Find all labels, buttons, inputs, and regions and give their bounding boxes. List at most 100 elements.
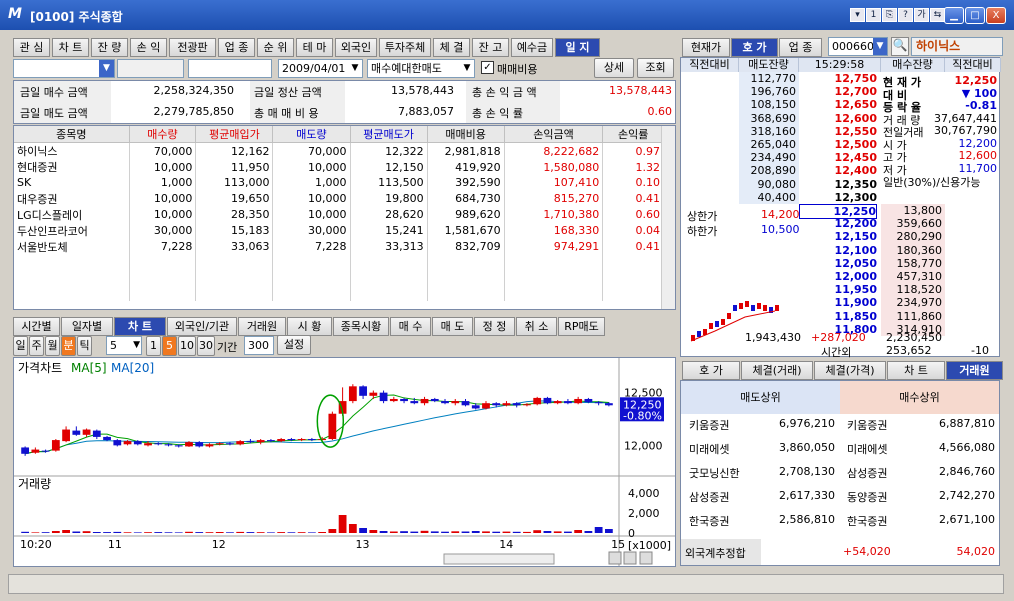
holdings-header[interactable]: 매수량 bbox=[129, 126, 197, 143]
ask-price[interactable]: 12,750 bbox=[799, 72, 877, 85]
table-row[interactable]: 대우증권 10,000 19,650 10,000 19,800 684,730 815,2… bbox=[14, 190, 664, 207]
holdings-header[interactable]: 손익률 bbox=[602, 126, 664, 143]
maximize-button[interactable]: □ bbox=[965, 7, 985, 24]
sell-broker-name[interactable]: 키움증권 bbox=[689, 417, 729, 433]
table-row[interactable]: 현대증권 10,000 11,950 10,000 12,150 419,920 1,580… bbox=[14, 159, 664, 175]
tab-top-10[interactable]: 체 결 bbox=[433, 38, 470, 57]
ask-price[interactable]: 12,700 bbox=[799, 85, 877, 98]
tab-top-9[interactable]: 투자주체 bbox=[379, 38, 431, 57]
tab-broker-4[interactable]: 거래원 bbox=[946, 361, 1003, 380]
settings-button[interactable]: 설정 bbox=[277, 335, 311, 355]
stock-code-input[interactable]: 000660 ▼ bbox=[828, 37, 888, 56]
period-button-0[interactable]: 일 bbox=[13, 336, 28, 356]
tab-bottom-4[interactable]: 거래원 bbox=[238, 317, 286, 336]
tab-bottom-8[interactable]: 매 도 bbox=[432, 317, 473, 336]
bid-price[interactable]: 12,050 bbox=[799, 257, 877, 270]
candlestick-chart[interactable]: 가격차트 MA[5] MA[20]거래량12,50012,0004,0002,000… bbox=[14, 358, 675, 566]
password-field[interactable] bbox=[188, 59, 272, 78]
tab-bottom-11[interactable]: RP매도 bbox=[558, 317, 605, 336]
tab-orderbook-0[interactable]: 현재가 bbox=[682, 38, 730, 57]
ask-price[interactable]: 12,550 bbox=[799, 125, 877, 138]
table-row[interactable]: LG디스플레이 10,000 28,350 10,000 28,620 989,620 1,… bbox=[14, 206, 664, 223]
ask-price[interactable]: 12,300 bbox=[799, 191, 877, 204]
holdings-header[interactable]: 매도량 bbox=[272, 126, 351, 143]
tab-top-11[interactable]: 잔 고 bbox=[472, 38, 509, 57]
tab-orderbook-2[interactable]: 업 종 bbox=[779, 38, 822, 57]
sell-broker-name[interactable]: 미래에셋 bbox=[689, 441, 729, 457]
tab-broker-0[interactable]: 호 가 bbox=[682, 361, 740, 380]
bid-price[interactable]: 11,850 bbox=[799, 310, 877, 323]
table-row[interactable]: 하이닉스 70,000 12,162 70,000 12,322 2,981,818 8,2… bbox=[14, 142, 664, 159]
close-button[interactable]: X bbox=[986, 7, 1006, 24]
buy-broker-name[interactable]: 미래에셋 bbox=[847, 441, 887, 457]
tab-bottom-10[interactable]: 취 소 bbox=[516, 317, 557, 336]
one-icon[interactable]: 1 bbox=[866, 8, 881, 22]
bid-price[interactable]: 12,000 bbox=[799, 270, 877, 283]
unit-button-1[interactable]: 5 bbox=[162, 336, 177, 356]
tab-top-6[interactable]: 순 위 bbox=[257, 38, 294, 57]
zoom-out-icon[interactable] bbox=[608, 551, 622, 565]
tab-top-2[interactable]: 잔 량 bbox=[91, 38, 128, 57]
holdings-header[interactable]: 종목명 bbox=[14, 126, 130, 143]
unit-button-3[interactable]: 30 bbox=[197, 336, 215, 356]
tab-bottom-5[interactable]: 시 황 bbox=[287, 317, 332, 336]
ask-price[interactable]: 12,650 bbox=[799, 98, 877, 111]
tab-top-12[interactable]: 예수금 bbox=[511, 38, 553, 57]
tab-top-3[interactable]: 손 익 bbox=[130, 38, 167, 57]
ask-price[interactable]: 12,450 bbox=[799, 151, 877, 164]
holdings-header[interactable]: 손익금액 bbox=[504, 126, 604, 143]
buy-broker-name[interactable]: 삼성증권 bbox=[847, 465, 887, 481]
bid-price[interactable]: 11,950 bbox=[799, 283, 877, 296]
sell-broker-name[interactable]: 한국증권 bbox=[689, 513, 729, 529]
table-row[interactable]: SK 1,000 113,000 1,000 113,500 392,590 107,410… bbox=[14, 175, 664, 191]
holdings-header[interactable]: 매매비용 bbox=[427, 126, 505, 143]
tab-top-7[interactable]: 테 마 bbox=[296, 38, 333, 57]
bid-price[interactable]: 12,150 bbox=[799, 230, 877, 243]
bid-price[interactable]: 11,900 bbox=[799, 296, 877, 309]
help-icon[interactable]: ? bbox=[898, 8, 913, 22]
tab-bottom-6[interactable]: 종목시황 bbox=[333, 317, 389, 336]
link-icon[interactable]: ⇆ bbox=[930, 8, 945, 22]
range-input[interactable]: 300 bbox=[244, 336, 274, 355]
query-button[interactable]: 조회 bbox=[637, 58, 674, 78]
date-field[interactable]: 2009/04/01 ▼ bbox=[278, 59, 363, 78]
tab-top-1[interactable]: 차 트 bbox=[52, 38, 89, 57]
sell-broker-name[interactable]: 삼성증권 bbox=[689, 489, 729, 505]
ask-price[interactable]: 12,600 bbox=[799, 112, 877, 125]
zoom-in-icon[interactable] bbox=[623, 551, 637, 565]
tab-bottom-7[interactable]: 매 수 bbox=[390, 317, 431, 336]
tab-bottom-1[interactable]: 일자별 bbox=[61, 317, 113, 336]
ask-price[interactable]: 12,350 bbox=[799, 178, 877, 191]
bid-price[interactable]: 12,200 bbox=[799, 217, 877, 230]
tab-top-8[interactable]: 외국인 bbox=[335, 38, 377, 57]
tab-bottom-3[interactable]: 외국인/기관 bbox=[167, 317, 237, 336]
table-row[interactable]: 서울반도체 7,228 33,063 7,228 33,313 832,709 974,29… bbox=[14, 238, 664, 255]
tab-orderbook-1[interactable]: 호 가 bbox=[731, 38, 778, 57]
tab-broker-1[interactable]: 체결(거래) bbox=[741, 361, 813, 380]
tab-top-0[interactable]: 관 심 bbox=[13, 38, 50, 57]
tab-top-13[interactable]: 일 지 bbox=[555, 38, 600, 57]
tab-bottom-2[interactable]: 차 트 bbox=[114, 317, 166, 336]
unit-button-2[interactable]: 10 bbox=[178, 336, 196, 356]
period-button-2[interactable]: 월 bbox=[45, 336, 60, 356]
period-button-4[interactable]: 틱 bbox=[77, 336, 92, 356]
period-button-1[interactable]: 주 bbox=[29, 336, 44, 356]
tab-top-5[interactable]: 업 종 bbox=[218, 38, 255, 57]
ask-price[interactable]: 12,400 bbox=[799, 164, 877, 177]
minimize-button[interactable]: ▁ bbox=[944, 7, 964, 24]
sell-broker-name[interactable]: 굿모닝신한 bbox=[689, 465, 740, 481]
fee-checkbox[interactable]: ✓ bbox=[481, 61, 494, 74]
holdings-header[interactable]: 평균매도가 bbox=[350, 126, 428, 143]
holdings-scrollbar[interactable] bbox=[661, 126, 675, 309]
table-row[interactable]: 두산인프라코어 30,000 15,183 30,000 15,241 1,581,670… bbox=[14, 222, 664, 239]
detail-button[interactable]: 상세 bbox=[594, 58, 634, 78]
interval-select[interactable]: 5 ▼ bbox=[106, 336, 142, 355]
buy-broker-name[interactable]: 동양증권 bbox=[847, 489, 887, 505]
ask-price[interactable]: 12,500 bbox=[799, 138, 877, 151]
chart-scrollbar[interactable] bbox=[443, 553, 555, 565]
buy-broker-name[interactable]: 한국증권 bbox=[847, 513, 887, 529]
tab-bottom-0[interactable]: 시간별 bbox=[13, 317, 60, 336]
copy-icon[interactable]: ⎘ bbox=[882, 8, 897, 22]
search-icon[interactable]: 🔍 bbox=[891, 37, 909, 56]
tab-bottom-9[interactable]: 정 정 bbox=[474, 317, 515, 336]
